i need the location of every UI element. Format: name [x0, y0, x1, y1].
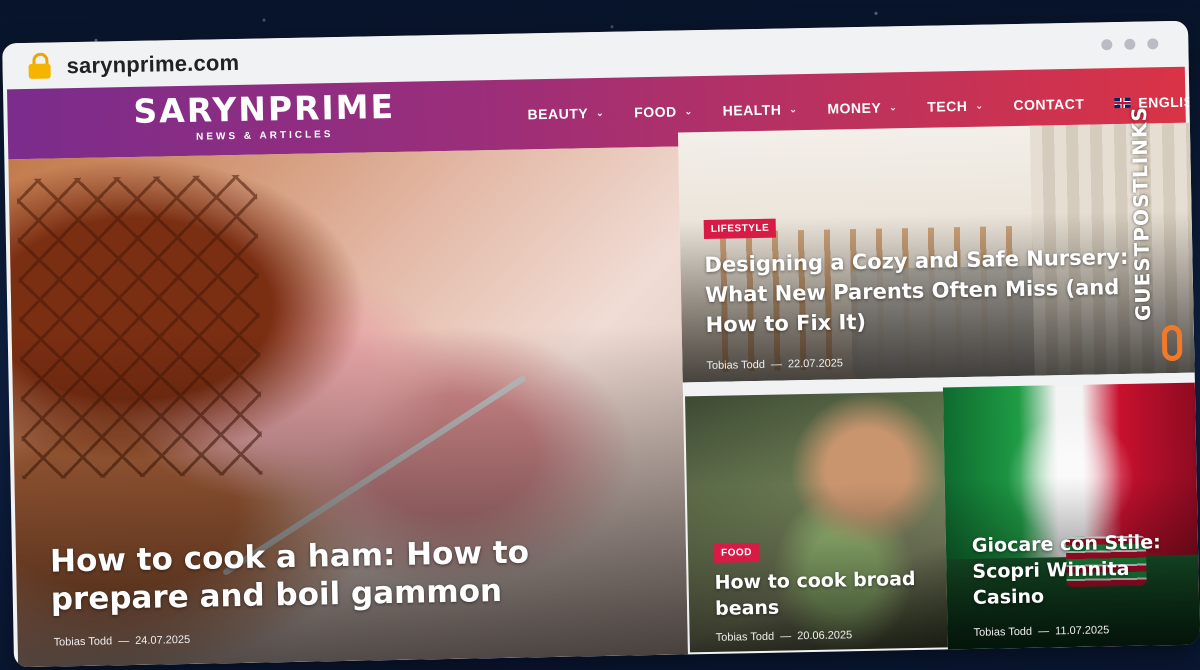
- article-author[interactable]: Tobias Todd: [716, 631, 775, 644]
- window-controls: [1101, 38, 1159, 51]
- chevron-down-icon: ⌄: [684, 105, 693, 116]
- logo-tagline: NEWS & ARTICLES: [195, 129, 334, 143]
- nav-label: FOOD: [634, 103, 677, 121]
- article-author[interactable]: Tobias Todd: [973, 626, 1032, 639]
- chevron-down-icon: ⌄: [596, 107, 605, 118]
- nav-item-food[interactable]: FOOD ⌄: [634, 103, 693, 121]
- article-date: 11.07.2025: [1055, 624, 1110, 638]
- article-card[interactable]: FOOD How to cook broad beans Tobias Todd…: [685, 391, 948, 653]
- site-logo[interactable]: SARYNPRIME NEWS & ARTICLES: [133, 86, 396, 144]
- nav-label: CONTACT: [1013, 95, 1085, 114]
- window-dot-icon: [1124, 38, 1136, 50]
- nav-label: HEALTH: [722, 101, 782, 119]
- article-card[interactable]: Giocare con Stile: Scopri Winnita Casino…: [942, 382, 1200, 650]
- nav-label: BEAUTY: [527, 105, 589, 123]
- nav-item-contact[interactable]: CONTACT: [1013, 96, 1084, 113]
- chevron-down-icon: ⌄: [975, 100, 984, 111]
- logo-name: SARYNPRIME: [133, 86, 396, 131]
- nav-item-tech[interactable]: TECH ⌄: [927, 98, 983, 115]
- article-date: 20.06.2025: [797, 629, 853, 643]
- nav-label: MONEY: [827, 99, 882, 117]
- meta-separator: —: [1038, 625, 1050, 638]
- article-title[interactable]: Designing a Cozy and Safe Nursery: What …: [704, 241, 1176, 340]
- link-icon: [1161, 324, 1183, 362]
- nav-label: TECH: [927, 97, 968, 115]
- meta-separator: —: [770, 358, 783, 371]
- nav-item-beauty[interactable]: BEAUTY ⌄: [527, 105, 604, 122]
- lock-icon: [28, 52, 51, 79]
- featured-article-card[interactable]: How to cook a ham: How to prepare and bo…: [8, 146, 688, 668]
- article-card[interactable]: LIFESTYLE Designing a Cozy and Safe Nurs…: [677, 122, 1195, 383]
- watermark-text: GUESTPOSTLINKS: [1126, 105, 1156, 322]
- chevron-down-icon: ⌄: [789, 103, 798, 114]
- meta-separator: —: [780, 630, 792, 643]
- article-title[interactable]: How to cook broad beans: [714, 566, 935, 622]
- article-title[interactable]: Giocare con Stile: Scopri Winnita Casino: [972, 529, 1183, 611]
- nav-item-money[interactable]: MONEY ⌄: [827, 99, 898, 117]
- article-date: 24.07.2025: [135, 633, 191, 647]
- article-author[interactable]: Tobias Todd: [54, 635, 113, 648]
- meta-separator: —: [118, 635, 130, 648]
- article-title[interactable]: How to cook a ham: How to prepare and bo…: [50, 533, 571, 619]
- watermark: GUESTPOSTLINKS: [1127, 81, 1191, 382]
- category-badge[interactable]: LIFESTYLE: [703, 218, 777, 240]
- chevron-down-icon: ⌄: [889, 101, 898, 112]
- url-text[interactable]: sarynprime.com: [66, 50, 239, 79]
- window-dot-icon: [1101, 39, 1113, 51]
- category-badge[interactable]: FOOD: [713, 543, 760, 563]
- nav-item-health[interactable]: HEALTH ⌄: [722, 101, 797, 118]
- browser-window: sarynprime.com SARYNPRIME NEWS & ARTICLE…: [2, 20, 1200, 668]
- window-dot-icon: [1147, 38, 1159, 50]
- article-author[interactable]: Tobias Todd: [706, 359, 765, 372]
- article-date: 22.07.2025: [787, 357, 844, 371]
